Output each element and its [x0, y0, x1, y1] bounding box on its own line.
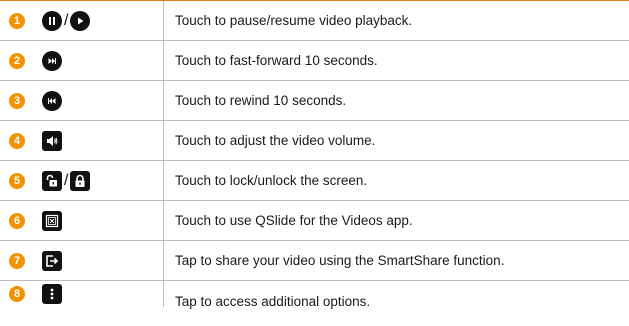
icon-cell: 4	[0, 121, 164, 160]
table-row: 5 / Touch to lock/unlock the screen.	[0, 161, 629, 201]
table-row: 1 / Touch to pause/resume video playback…	[0, 1, 629, 41]
row-description: Touch to pause/resume video playback.	[175, 13, 413, 28]
more-options-icon	[42, 284, 62, 304]
icon-cell: 6	[0, 201, 164, 240]
row-description: Touch to adjust the video volume.	[175, 133, 376, 148]
icon-cell: 3	[0, 81, 164, 120]
play-icon	[70, 10, 91, 31]
row-number-badge: 6	[9, 212, 25, 229]
row-description: Touch to rewind 10 seconds.	[175, 93, 347, 108]
row-number-badge: 1	[9, 12, 25, 29]
row-description: Touch to fast-forward 10 seconds.	[175, 53, 378, 68]
row-number-badge: 7	[9, 252, 25, 269]
icon-separator: /	[64, 171, 69, 189]
smartshare-icon	[42, 250, 62, 271]
qslide-icon	[42, 210, 62, 231]
row-description: Touch to use QSlide for the Videos app.	[175, 213, 413, 228]
table-row: 6 Touch to use QSlide for the Videos app…	[0, 201, 629, 241]
icon-cell: 5 /	[0, 161, 164, 200]
icon-separator: /	[64, 11, 69, 29]
fast-forward-icon	[42, 50, 62, 71]
icon-group: /	[42, 170, 91, 191]
icon-group	[42, 210, 62, 231]
volume-icon	[42, 130, 62, 151]
row-number-badge: 2	[9, 52, 25, 69]
video-controls-table: 1 / Touch to pause/resume video playback…	[0, 0, 629, 321]
icon-group	[42, 90, 62, 111]
icon-cell: 1 /	[0, 1, 164, 40]
row-description: Touch to lock/unlock the screen.	[175, 173, 368, 188]
icon-cell: 2	[0, 41, 164, 80]
icon-cell: 7	[0, 241, 164, 280]
table-row: 8 Tap to access additional options.	[0, 281, 629, 321]
row-number-badge: 8	[9, 286, 25, 302]
icon-group: /	[42, 10, 91, 31]
icon-group	[42, 50, 62, 71]
icon-group	[42, 130, 62, 151]
unlock-icon	[42, 170, 62, 191]
rewind-icon	[42, 90, 62, 111]
icon-group	[42, 250, 62, 271]
icon-group	[42, 284, 62, 304]
lock-icon	[70, 170, 91, 191]
row-description: Tap to share your video using the SmartS…	[175, 253, 505, 268]
pause-icon	[42, 10, 62, 31]
table-row: 7 Tap to share your video using the Smar…	[0, 241, 629, 281]
table-row: 3 Touch to rewind 10 seconds.	[0, 81, 629, 121]
table-row: 2 Touch to fast-forward 10 seconds.	[0, 41, 629, 81]
row-number-badge: 3	[9, 92, 25, 109]
row-number-badge: 4	[9, 132, 25, 149]
table-row: 4 Touch to adjust the video volume.	[0, 121, 629, 161]
row-description: Tap to access additional options.	[175, 293, 371, 309]
row-number-badge: 5	[9, 172, 25, 189]
icon-cell: 8	[0, 281, 164, 307]
